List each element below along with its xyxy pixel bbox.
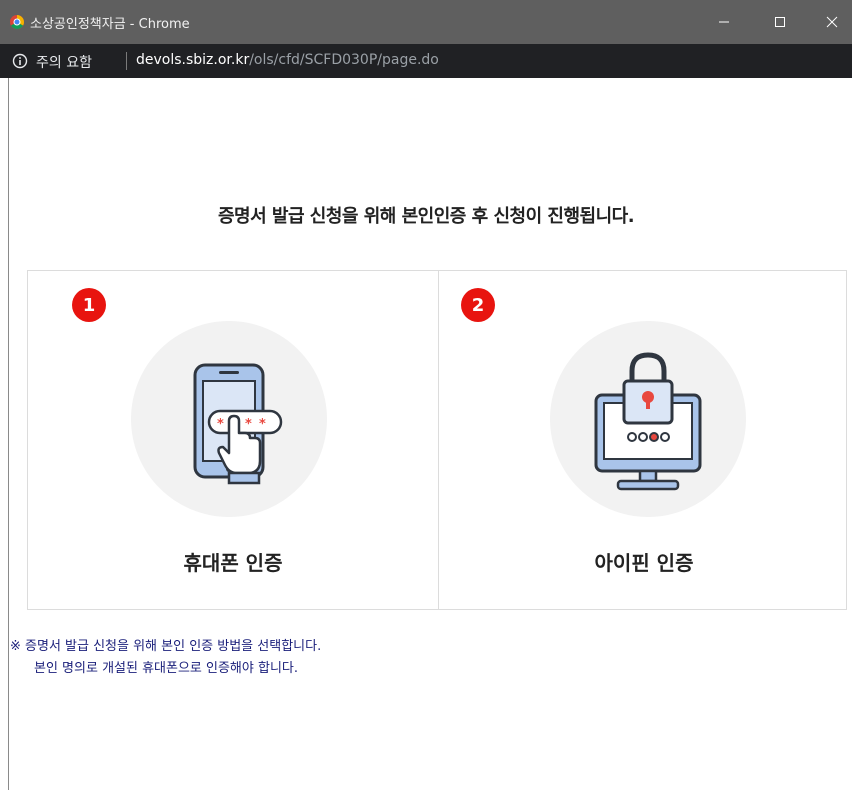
phone-auth-option[interactable]: 1 **** 휴대폰 인증 <box>28 271 438 609</box>
close-icon <box>826 16 838 28</box>
ipin-auth-icon-circle <box>550 321 746 517</box>
option-label: 아이핀 인증 <box>594 551 694 575</box>
auth-options-panel: 1 **** 휴대폰 인증 2 <box>27 270 847 610</box>
monitor-lock-icon <box>594 352 702 491</box>
url-host: devols.sbiz.or.kr <box>136 52 250 68</box>
phone-password-icon: **** <box>193 363 283 485</box>
option-label: 휴대폰 인증 <box>183 551 283 575</box>
maximize-button[interactable] <box>760 8 800 36</box>
url-text[interactable]: devols.sbiz.or.kr/ols/cfd/SCFD030P/page.… <box>136 52 439 68</box>
notice-line-2: 본인 명의로 개설된 휴대폰으로 인증해야 합니다. <box>34 661 298 676</box>
info-icon[interactable] <box>12 53 28 69</box>
url-path: /ols/cfd/SCFD030P/page.do <box>249 52 439 68</box>
svg-text:*: * <box>217 417 224 432</box>
option-number-badge: 2 <box>461 288 495 322</box>
ipin-auth-option[interactable]: 2 아이핀 인증 <box>439 271 849 609</box>
minimize-button[interactable] <box>704 8 744 36</box>
svg-text:*: * <box>245 417 252 432</box>
chrome-logo-icon <box>10 15 24 29</box>
notice-text: ※ 증명서 발급 신청을 위해 본인 인증 방법을 선택합니다. 본인 명의로 … <box>10 636 321 680</box>
window-left-border <box>8 78 9 790</box>
address-bar[interactable]: 주의 요함 devols.sbiz.or.kr/ols/cfd/SCFD030P… <box>0 44 852 78</box>
address-separator <box>126 52 127 70</box>
close-button[interactable] <box>812 8 852 36</box>
phone-auth-icon-circle: **** <box>131 321 327 517</box>
svg-text:*: * <box>259 417 266 432</box>
notice-line-1: ※ 증명서 발급 신청을 위해 본인 인증 방법을 선택합니다. <box>10 639 322 654</box>
window-titlebar: 소상공인정책자금 - Chrome <box>0 0 852 44</box>
maximize-icon <box>775 17 785 27</box>
option-number-badge: 1 <box>72 288 106 322</box>
minimize-icon <box>719 21 729 23</box>
window-title: 소상공인정책자금 - Chrome <box>30 17 190 32</box>
page-headline: 증명서 발급 신청을 위해 본인인증 후 신청이 진행됩니다. <box>217 206 635 227</box>
security-warning[interactable]: 주의 요함 <box>36 52 92 72</box>
